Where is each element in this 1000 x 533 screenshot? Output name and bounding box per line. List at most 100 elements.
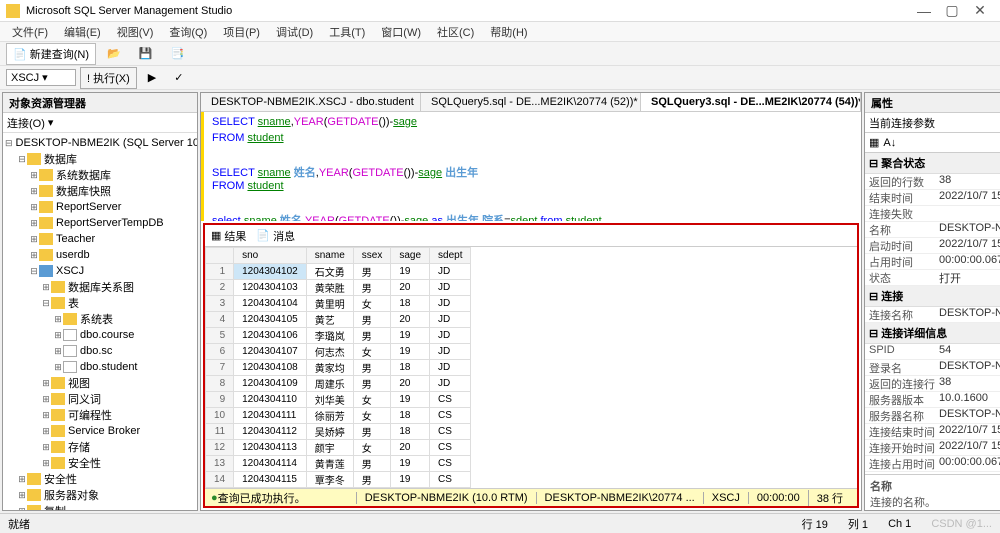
table-row[interactable]: 81204304109周建乐男20JD xyxy=(206,376,471,392)
save-all-icon[interactable]: 📑 xyxy=(163,44,191,63)
cell[interactable]: 吴娇婷 xyxy=(306,424,353,440)
cell[interactable]: 1204304107 xyxy=(234,344,307,360)
maximize-button[interactable]: ▢ xyxy=(938,2,966,19)
property-row[interactable]: 结束时间2022/10/7 15:30:54 xyxy=(865,190,1000,206)
tree-programmability[interactable]: ⊞可编程性 xyxy=(5,407,195,423)
tree-db-xscj[interactable]: ⊟XSCJ xyxy=(5,263,195,279)
table-row[interactable]: 51204304106李璐岚男19JD xyxy=(206,328,471,344)
property-category[interactable]: ⊟ 连接详细信息 xyxy=(865,323,1000,344)
cell[interactable]: 19 xyxy=(391,472,430,488)
table-row[interactable]: 121204304113颜宇女20CS xyxy=(206,440,471,456)
table-row[interactable]: 11204304102石文勇男19JD xyxy=(206,264,471,280)
cell[interactable]: CS xyxy=(430,424,471,440)
property-row[interactable]: 返回的连接行数38 xyxy=(865,376,1000,392)
property-row[interactable]: 占用时间00:00:00.067 xyxy=(865,254,1000,270)
cell[interactable]: 黄里明 xyxy=(306,296,353,312)
col-header[interactable]: sdept xyxy=(430,248,471,264)
table-row[interactable]: 61204304107何志杰女19JD xyxy=(206,344,471,360)
cell[interactable]: 石文勇 xyxy=(306,264,353,280)
table-row[interactable]: 71204304108黄家均男18JD xyxy=(206,360,471,376)
cell[interactable]: 18 xyxy=(391,408,430,424)
connect-button[interactable]: 连接(O) xyxy=(7,115,45,131)
cell[interactable]: CS xyxy=(430,456,471,472)
categorize-icon[interactable]: ▦ xyxy=(869,136,879,149)
cell[interactable]: 男 xyxy=(353,360,391,376)
table-row[interactable]: 91204304110刘华美女19CS xyxy=(206,392,471,408)
cell[interactable]: 徐丽芳 xyxy=(306,408,353,424)
tree-diagrams[interactable]: ⊞数据库关系图 xyxy=(5,279,195,295)
cell[interactable]: 女 xyxy=(353,392,391,408)
cell[interactable]: 男 xyxy=(353,312,391,328)
cell[interactable]: JD xyxy=(430,280,471,296)
tree-security-root[interactable]: ⊞安全性 xyxy=(5,471,195,487)
col-header[interactable]: ssex xyxy=(353,248,391,264)
cell[interactable]: CS xyxy=(430,440,471,456)
table-row[interactable]: 141204304115覃李冬男19CS xyxy=(206,472,471,488)
cell[interactable]: 19 xyxy=(391,456,430,472)
cell[interactable]: 李璐岚 xyxy=(306,328,353,344)
cell[interactable]: 18 xyxy=(391,360,430,376)
tree-systables[interactable]: ⊞系统表 xyxy=(5,311,195,327)
property-row[interactable]: 返回的行数38 xyxy=(865,174,1000,190)
open-icon[interactable]: 📂 xyxy=(100,44,128,63)
save-icon[interactable]: 💾 xyxy=(132,44,160,63)
cell[interactable]: 颜宇 xyxy=(306,440,353,456)
cell[interactable]: 19 xyxy=(391,392,430,408)
property-row[interactable]: 连接开始时间2022/10/7 15:30:54 xyxy=(865,440,1000,456)
col-header[interactable]: sage xyxy=(391,248,430,264)
col-header[interactable]: sno xyxy=(234,248,307,264)
tree-servicebroker[interactable]: ⊞Service Broker xyxy=(5,423,195,439)
menu-item[interactable]: 项目(P) xyxy=(217,22,266,42)
cell[interactable]: 1204304103 xyxy=(234,280,307,296)
table-row[interactable]: 111204304112吴娇婷男18CS xyxy=(206,424,471,440)
menu-item[interactable]: 调试(D) xyxy=(270,22,319,42)
tree-table[interactable]: ⊞dbo.course xyxy=(5,327,195,343)
cell[interactable]: JD xyxy=(430,312,471,328)
cell[interactable]: 1204304114 xyxy=(234,456,307,472)
cell[interactable]: 19 xyxy=(391,328,430,344)
cell[interactable]: 女 xyxy=(353,440,391,456)
cell[interactable]: 1204304109 xyxy=(234,376,307,392)
tree-table[interactable]: ⊞dbo.sc xyxy=(5,343,195,359)
cell[interactable]: JD xyxy=(430,360,471,376)
tree-storage[interactable]: ⊞存储 xyxy=(5,439,195,455)
cell[interactable]: 男 xyxy=(353,264,391,280)
document-tab[interactable]: DESKTOP-NBME2IK.XSCJ - dbo.student xyxy=(201,93,421,111)
new-query-button[interactable]: 📄 新建查询(N) xyxy=(6,43,96,65)
cell[interactable]: 1204304115 xyxy=(234,472,307,488)
tree-databases[interactable]: ⊟数据库 xyxy=(5,151,195,167)
cell[interactable]: 黄青莲 xyxy=(306,456,353,472)
menu-item[interactable]: 文件(F) xyxy=(6,22,54,42)
cell[interactable]: 1204304111 xyxy=(234,408,307,424)
cell[interactable]: 20 xyxy=(391,280,430,296)
property-row[interactable]: 启动时间2022/10/7 15:30:54 xyxy=(865,238,1000,254)
property-row[interactable]: 名称DESKTOP-NBME2IK xyxy=(865,222,1000,238)
cell[interactable]: 何志杰 xyxy=(306,344,353,360)
cell[interactable]: 黄艺 xyxy=(306,312,353,328)
tree-db[interactable]: ⊞Teacher xyxy=(5,231,195,247)
table-row[interactable]: 101204304111徐丽芳女18CS xyxy=(206,408,471,424)
document-tab[interactable]: SQLQuery5.sql - DE...ME2IK\20774 (52))* xyxy=(421,93,641,111)
property-row[interactable]: 服务器版本10.0.1600 xyxy=(865,392,1000,408)
cell[interactable]: 刘华美 xyxy=(306,392,353,408)
cell[interactable]: 女 xyxy=(353,344,391,360)
cell[interactable]: 男 xyxy=(353,424,391,440)
debug-icon[interactable]: ▶ xyxy=(141,68,163,87)
object-tree[interactable]: ⊟DESKTOP-NBME2IK (SQL Server 10.0.160⊟数据… xyxy=(3,133,197,510)
cell[interactable]: 男 xyxy=(353,472,391,488)
cell[interactable]: 女 xyxy=(353,408,391,424)
cell[interactable]: 男 xyxy=(353,280,391,296)
cell[interactable]: 18 xyxy=(391,296,430,312)
cell[interactable]: JD xyxy=(430,328,471,344)
cell[interactable]: 1204304113 xyxy=(234,440,307,456)
menu-item[interactable]: 帮助(H) xyxy=(484,22,533,42)
property-category[interactable]: ⊟ 连接 xyxy=(865,286,1000,307)
sql-editor[interactable]: SELECT sname,YEAR(GETDATE())-sageFROM st… xyxy=(201,112,861,221)
menu-item[interactable]: 工具(T) xyxy=(323,22,371,42)
parse-icon[interactable]: ✓ xyxy=(167,68,190,87)
execute-button[interactable]: ! 执行(X) xyxy=(80,67,137,89)
table-row[interactable]: 21204304103黄荣胜男20JD xyxy=(206,280,471,296)
cell[interactable]: JD xyxy=(430,296,471,312)
results-grid[interactable]: snosnamessexsagesdept11204304102石文勇男19JD… xyxy=(205,247,857,488)
properties-search[interactable] xyxy=(865,113,1000,132)
